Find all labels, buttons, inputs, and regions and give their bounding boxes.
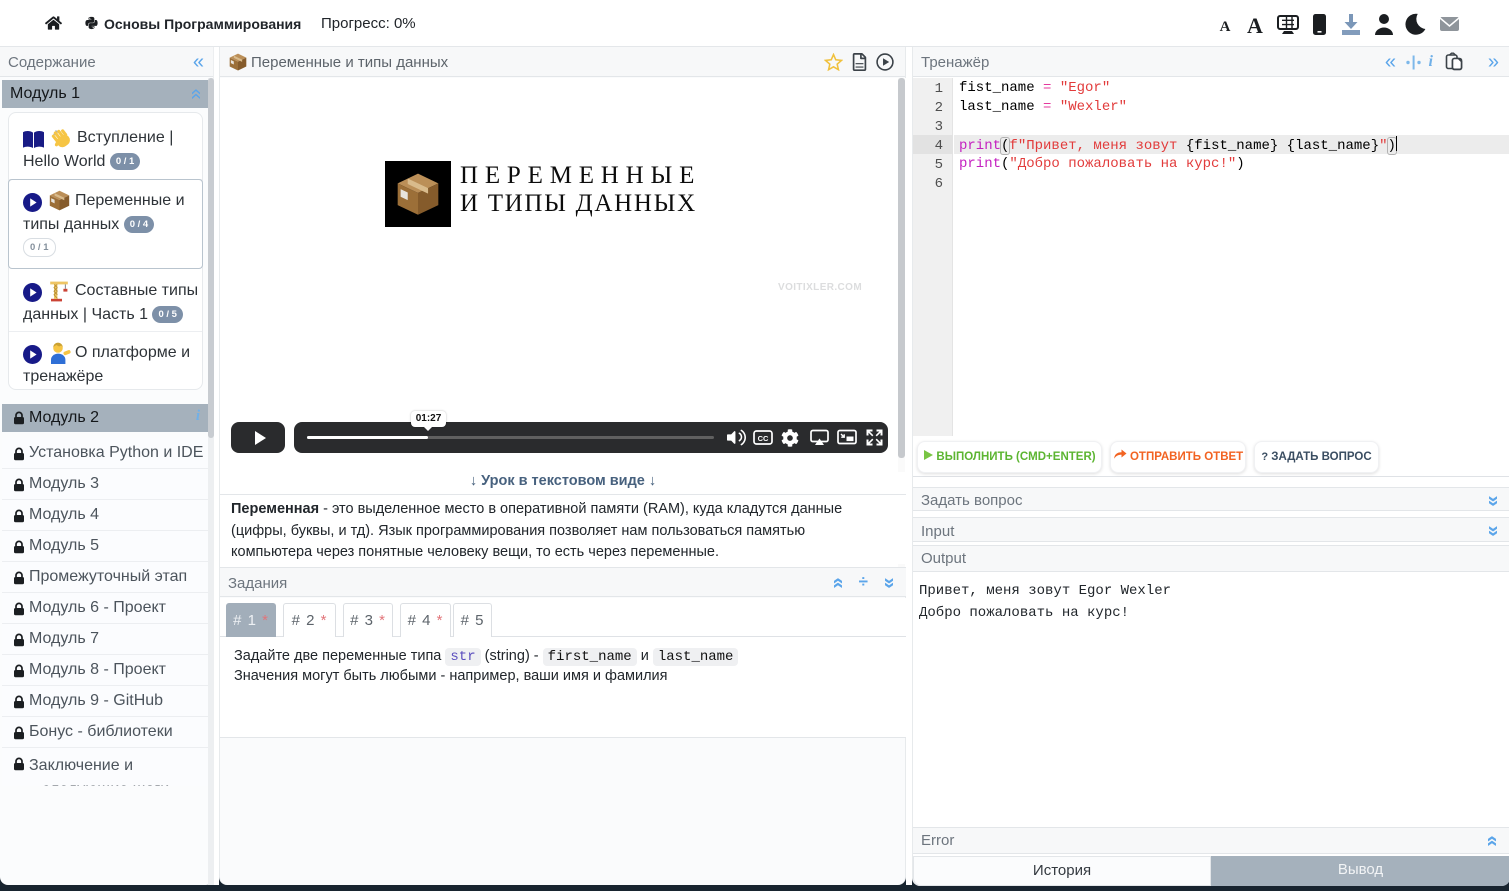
svg-text:A: A bbox=[1247, 13, 1263, 37]
svg-text:A: A bbox=[1220, 19, 1231, 35]
svg-text:CC: CC bbox=[758, 434, 769, 443]
